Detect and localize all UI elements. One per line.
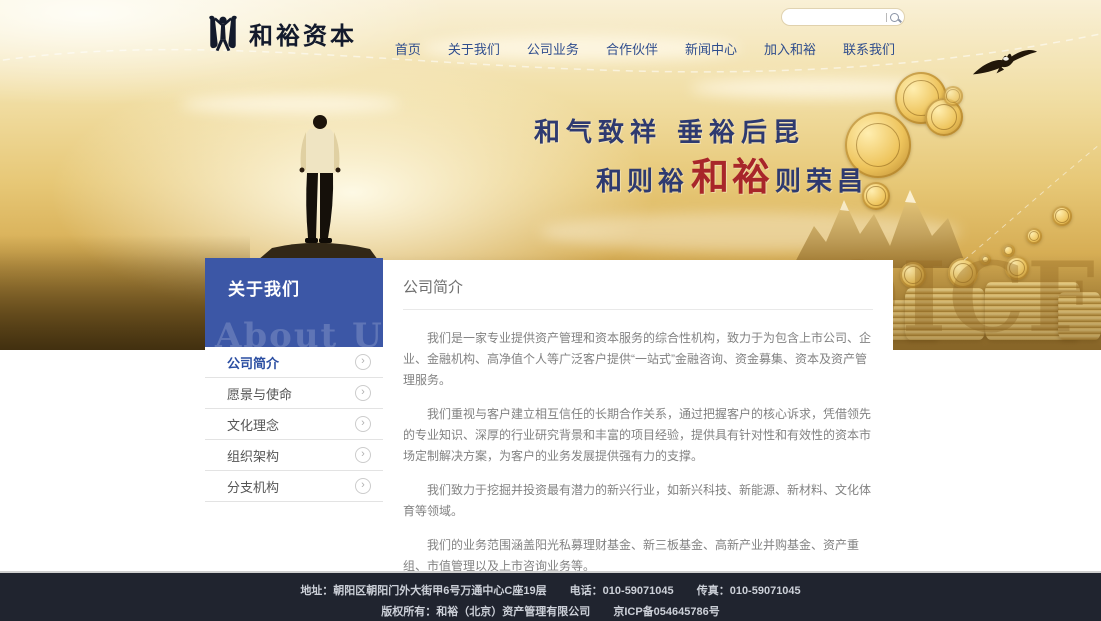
nav-item-home[interactable]: 首页 — [395, 39, 421, 58]
content-panel: 公司简介 我们是一家专业提供资产管理和资本服务的综合性机构，致力于为包含上市公司… — [383, 260, 893, 621]
hero-slogan-line1: 和气致祥 垂裕后昆 — [534, 112, 805, 149]
gold-coin — [1052, 206, 1072, 226]
slogan2-suffix: 则荣昌 — [775, 161, 868, 198]
sidebar-item-label: 组织架构 — [227, 446, 279, 465]
chevron-right-icon: › — [355, 385, 371, 401]
footer-contact-row: 地址：朝阳区朝阳门外大街甲6号万通中心C座19层 电话：010-59071045… — [0, 582, 1101, 598]
nav-item-business[interactable]: 公司业务 — [527, 39, 579, 58]
logo-icon — [203, 12, 243, 54]
sidebar-item-label: 愿景与使命 — [227, 384, 292, 403]
search-box — [782, 9, 904, 25]
logo-text: 和裕资本 — [249, 16, 357, 51]
gold-coin — [943, 86, 963, 106]
sidebar-title: 关于我们 — [228, 275, 300, 300]
content-paragraph: 我们是一家专业提供资产管理和资本服务的综合性机构，致力于为包含上市公司、企业、金… — [403, 328, 873, 391]
sidebar: 关于我们 About Us 公司简介 › 愿景与使命 › 文化理念 › 组织架构… — [205, 258, 383, 502]
page-title: 公司简介 — [403, 274, 873, 310]
content-paragraph: 我们致力于挖掘并投资最有潜力的新兴行业，如新兴科技、新能源、新材料、文化体育等领… — [403, 480, 873, 522]
footer-address: 地址：朝阳区朝阳门外大街甲6号万通中心C座19层 — [300, 585, 546, 597]
nav-item-news[interactable]: 新闻中心 — [685, 39, 737, 58]
logo[interactable]: 和裕资本 — [203, 12, 357, 54]
sidebar-item-branches[interactable]: 分支机构 › — [205, 471, 383, 502]
man-silhouette — [258, 110, 378, 260]
slogan2-highlight: 和裕 — [691, 146, 773, 201]
content-paragraph: 我们重视与客户建立相互信任的长期合作关系，通过把握客户的核心诉求，凭借领先的专业… — [403, 404, 873, 467]
sidebar-item-label: 分支机构 — [227, 477, 279, 496]
chevron-right-icon: › — [355, 416, 371, 432]
nav-item-join[interactable]: 加入和裕 — [764, 39, 816, 58]
sidebar-menu: 公司简介 › 愿景与使命 › 文化理念 › 组织架构 › 分支机构 › — [205, 347, 383, 502]
search-divider — [886, 13, 887, 22]
nav-item-about[interactable]: 关于我们 — [448, 39, 500, 58]
footer-icp: 京ICP备054645786号 — [613, 606, 719, 618]
footer-copyright: 版权所有：和裕（北京）资产管理有限公司 — [381, 606, 590, 618]
hero-slogan-line2: 和则裕 和裕 则荣昌 — [596, 146, 868, 201]
nav-item-contact[interactable]: 联系我们 — [843, 39, 895, 58]
footer: 地址：朝阳区朝阳门外大街甲6号万通中心C座19层 电话：010-59071045… — [0, 571, 1101, 621]
chevron-right-icon: › — [355, 478, 371, 494]
sidebar-item-organization[interactable]: 组织架构 › — [205, 440, 383, 471]
chevron-right-icon: › — [355, 447, 371, 463]
sidebar-item-company-profile[interactable]: 公司简介 › — [205, 347, 383, 378]
sidebar-item-culture[interactable]: 文化理念 › — [205, 409, 383, 440]
footer-phone: 电话：010-59071045 — [570, 585, 674, 597]
sidebar-item-label: 文化理念 — [227, 415, 279, 434]
sidebar-header: 关于我们 About Us — [205, 258, 383, 347]
chevron-right-icon: › — [355, 354, 371, 370]
sidebar-subtitle: About Us — [215, 316, 383, 347]
search-icon[interactable] — [890, 13, 899, 22]
sidebar-item-label: 公司简介 — [227, 353, 279, 372]
nav-item-partners[interactable]: 合作伙伴 — [606, 39, 658, 58]
page: OICF — [0, 0, 1101, 621]
sidebar-item-vision-mission[interactable]: 愿景与使命 › — [205, 378, 383, 409]
footer-fax: 传真：010-59071045 — [697, 585, 801, 597]
eagle-icon — [972, 44, 1038, 84]
main-nav: 首页 关于我们 公司业务 合作伙伴 新闻中心 加入和裕 联系我们 — [395, 39, 895, 58]
search-input[interactable] — [787, 11, 886, 24]
footer-copyright-row: 版权所有：和裕（北京）资产管理有限公司 京ICP备054645786号 — [0, 603, 1101, 619]
slogan2-prefix: 和则裕 — [596, 161, 689, 198]
